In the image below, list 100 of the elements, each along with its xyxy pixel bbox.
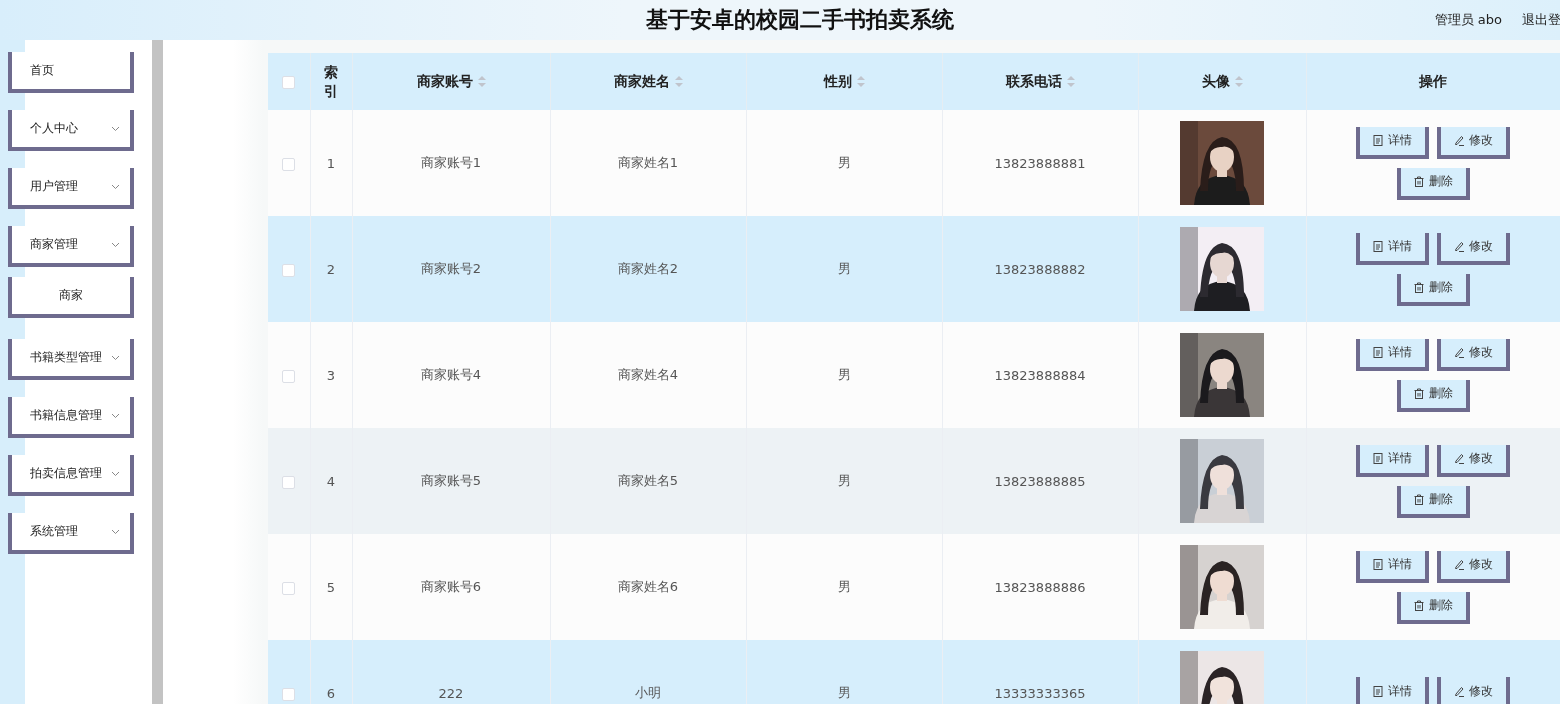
chevron-down-icon: [111, 470, 120, 477]
table-cell: 5: [326, 579, 336, 595]
select-all-checkbox[interactable]: [282, 76, 296, 89]
table-cell: 6: [326, 685, 336, 701]
detail-button[interactable]: 详情: [1356, 550, 1429, 583]
scrollbar[interactable]: [152, 40, 163, 704]
delete-button[interactable]: 删除: [1396, 167, 1470, 200]
table-row[interactable]: 6 222 小明 男 13333333365 详情 修改: [268, 640, 1560, 704]
table-row[interactable]: 4 商家账号5 商家姓名5 男 13823888885 详情 修改 删除: [268, 428, 1560, 534]
table-cell: 222: [438, 685, 464, 701]
user-label: 管理员 abo: [1434, 11, 1502, 29]
trash-icon: [1413, 388, 1424, 399]
pencil-icon: [1454, 453, 1464, 464]
document-icon: [1373, 453, 1383, 464]
sort-icon[interactable]: [1234, 76, 1243, 87]
pencil-icon: [1454, 241, 1464, 252]
logout-link[interactable]: 退出登: [1522, 11, 1560, 29]
table-row[interactable]: 3 商家账号4 商家姓名4 男 13823888884 详情 修改 删除: [268, 322, 1560, 428]
trash-icon: [1413, 176, 1424, 187]
pencil-icon: [1454, 685, 1464, 697]
table-cell: 4: [326, 473, 336, 489]
delete-button[interactable]: 删除: [1396, 379, 1470, 412]
table-cell: 13823888882: [994, 261, 1086, 277]
menu-item[interactable]: 商家管理: [8, 226, 134, 267]
column-header: 索引: [310, 53, 352, 110]
column-header[interactable]: 商家账号: [352, 53, 550, 110]
table-row[interactable]: 1 商家账号1 商家姓名1 男 13823888881 详情 修改 删除: [268, 110, 1560, 216]
table-cell: 1: [326, 155, 336, 171]
detail-button[interactable]: 详情: [1356, 232, 1429, 265]
menu-item[interactable]: 拍卖信息管理: [8, 455, 134, 496]
row-checkbox[interactable]: [282, 263, 296, 277]
table-row[interactable]: 5 商家账号6 商家姓名6 男 13823888886 详情 修改 删除: [268, 534, 1560, 640]
column-header: 操作: [1306, 53, 1560, 110]
sort-icon[interactable]: [1066, 76, 1075, 87]
edit-button[interactable]: 修改: [1437, 232, 1510, 265]
delete-button[interactable]: 删除: [1396, 485, 1470, 518]
table-cell: 13823888884: [994, 367, 1086, 383]
menu-item[interactable]: 首页: [8, 52, 134, 93]
chevron-down-icon: [111, 241, 120, 248]
trash-icon: [1413, 282, 1424, 293]
table-cell: 13823888886: [994, 579, 1086, 595]
page-title: 基于安卓的校园二手书拍卖系统: [645, 6, 954, 34]
menu-item[interactable]: 个人中心: [8, 110, 134, 151]
table-cell: 3: [326, 367, 336, 383]
trash-icon: [1413, 600, 1424, 611]
row-checkbox[interactable]: [282, 581, 296, 595]
chevron-down-icon: [111, 412, 120, 419]
row-checkbox[interactable]: [282, 687, 296, 701]
edit-button[interactable]: 修改: [1437, 338, 1510, 371]
column-header[interactable]: 联系电话: [942, 53, 1138, 110]
pencil-icon: [1454, 347, 1464, 358]
edit-button[interactable]: 修改: [1437, 677, 1510, 704]
sort-icon[interactable]: [674, 76, 683, 87]
column-header[interactable]: 头像: [1138, 53, 1306, 110]
chevron-down-icon: [111, 125, 120, 132]
menu-item[interactable]: 系统管理: [8, 513, 134, 554]
row-checkbox[interactable]: [282, 157, 296, 171]
sort-icon[interactable]: [477, 76, 486, 87]
edit-button[interactable]: 修改: [1437, 126, 1510, 159]
menu-item[interactable]: 书籍信息管理: [8, 397, 134, 438]
table-cell: 商家姓名1: [617, 155, 679, 170]
delete-button[interactable]: 删除: [1396, 591, 1470, 624]
table-cell: 商家账号2: [420, 261, 482, 276]
table-cell: 商家姓名4: [617, 367, 679, 382]
table-cell: 商家账号1: [420, 155, 482, 170]
table-cell: 13823888881: [994, 155, 1086, 171]
chevron-down-icon: [111, 528, 120, 535]
edit-button[interactable]: 修改: [1437, 550, 1510, 583]
table-cell: 男: [837, 155, 851, 170]
sort-icon[interactable]: [856, 76, 865, 87]
table-cell: 男: [837, 473, 851, 488]
table-row[interactable]: 2 商家账号2 商家姓名2 男 13823888882 详情 修改 删除: [268, 216, 1560, 322]
row-checkbox[interactable]: [282, 369, 296, 383]
table-cell: 13823888885: [994, 473, 1086, 489]
table-cell: 男: [837, 685, 851, 700]
detail-button[interactable]: 详情: [1356, 444, 1429, 477]
chevron-down-icon: [111, 183, 120, 190]
pencil-icon: [1454, 559, 1464, 570]
menu-item[interactable]: 用户管理: [8, 168, 134, 209]
table-cell: 男: [837, 261, 851, 276]
table-cell: 商家账号4: [420, 367, 482, 382]
document-icon: [1373, 135, 1383, 146]
detail-button[interactable]: 详情: [1356, 338, 1429, 371]
table-cell: 男: [837, 367, 851, 382]
row-checkbox[interactable]: [282, 475, 296, 489]
column-header[interactable]: 商家姓名: [550, 53, 746, 110]
table-cell: 商家账号5: [420, 473, 482, 488]
table-cell: 商家账号6: [420, 579, 482, 594]
detail-button[interactable]: 详情: [1356, 677, 1429, 704]
table-cell: 商家姓名5: [617, 473, 679, 488]
delete-button[interactable]: 删除: [1396, 273, 1470, 306]
detail-button[interactable]: 详情: [1356, 126, 1429, 159]
table-cell: 小明: [635, 685, 661, 700]
menu-item[interactable]: 书籍类型管理: [8, 339, 134, 380]
document-icon: [1373, 347, 1383, 358]
table-cell: 商家姓名2: [617, 261, 679, 276]
table-cell: 男: [837, 579, 851, 594]
submenu-item[interactable]: 商家: [8, 277, 134, 318]
edit-button[interactable]: 修改: [1437, 444, 1510, 477]
column-header[interactable]: 性别: [746, 53, 942, 110]
